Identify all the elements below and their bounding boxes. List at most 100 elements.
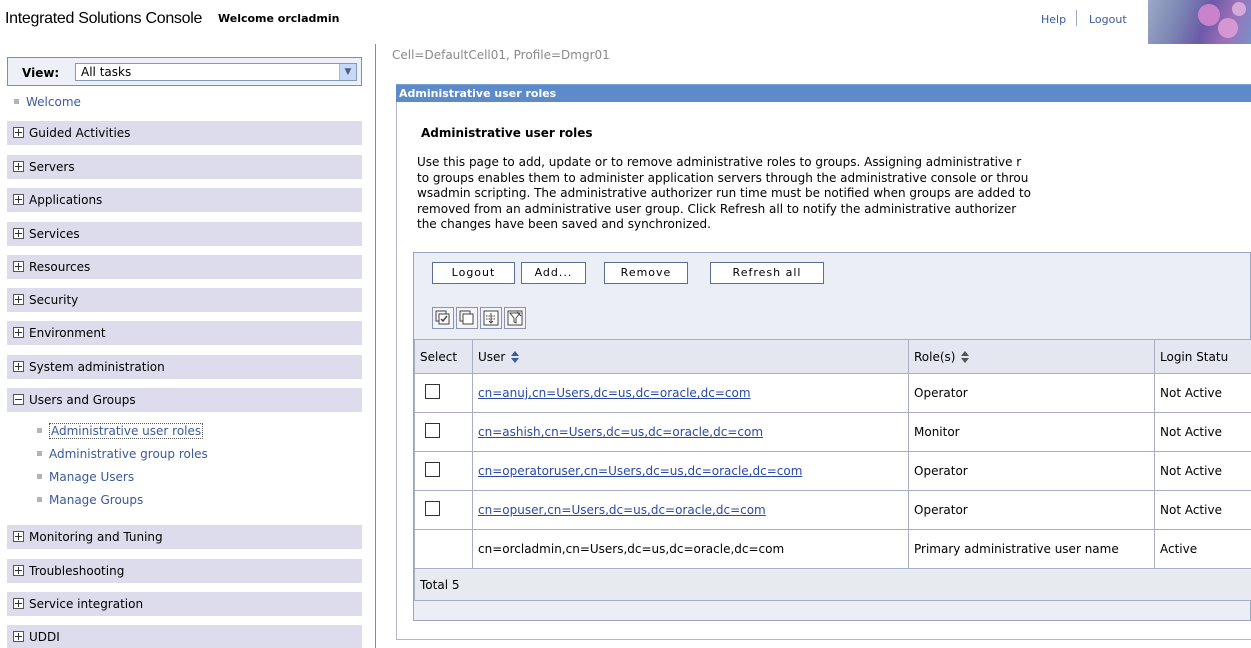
row-select-checkbox[interactable]	[425, 501, 440, 516]
nav-item-monitoring-and-tuning[interactable]: Monitoring and Tuning	[7, 525, 362, 550]
expand-icon[interactable]	[13, 598, 24, 609]
nav-item-resources[interactable]: Resources	[7, 255, 362, 280]
banner: Integrated Solutions Console Welcome orc…	[0, 0, 1251, 44]
nav-item-security[interactable]: Security	[7, 288, 362, 313]
nav-item-uddi[interactable]: UDDI	[7, 625, 362, 648]
nav-item-label: System administration	[29, 360, 165, 374]
role-cell: Operator	[908, 490, 1155, 530]
bullet-icon	[37, 474, 42, 479]
role-cell: Primary administrative user name	[908, 529, 1155, 569]
nav-subitem-label: Administrative user roles	[49, 423, 204, 439]
nav-item-label: Applications	[29, 193, 103, 207]
add-button[interactable]: Add...	[521, 262, 586, 284]
column-header-login-status: Login Statu	[1154, 339, 1251, 374]
expand-icon[interactable]	[13, 161, 24, 172]
help-link[interactable]: Help	[1041, 13, 1066, 26]
description-line: the changes have been saved and synchron…	[417, 217, 711, 232]
nav-welcome-label: Welcome	[26, 95, 81, 109]
user-link[interactable]: cn=opuser,cn=Users,dc=us,dc=oracle,dc=co…	[478, 503, 766, 517]
portlet-title-bar: Administrative user roles	[396, 84, 1251, 102]
login-status-cell: Not Active	[1154, 412, 1251, 452]
column-header-user[interactable]: User	[472, 339, 909, 374]
row-select-checkbox[interactable]	[425, 462, 440, 477]
page-description: Use this page to add, update or to remov…	[417, 155, 1251, 247]
banner-separator	[1076, 10, 1077, 26]
user-link[interactable]: cn=anuj,cn=Users,dc=us,dc=oracle,dc=com	[478, 386, 751, 400]
nav-item-label: Resources	[29, 260, 91, 274]
collapse-icon[interactable]	[13, 394, 24, 405]
user-link[interactable]: cn=ashish,cn=Users,dc=us,dc=oracle,dc=co…	[478, 425, 763, 439]
expand-icon[interactable]	[13, 228, 24, 239]
expand-icon[interactable]	[13, 127, 24, 138]
expand-icon[interactable]	[13, 361, 24, 372]
chevron-down-icon[interactable]: ▼	[339, 64, 356, 80]
welcome-user-text: Welcome orcladmin	[218, 12, 340, 25]
nav-item-users-and-groups[interactable]: Users and Groups	[7, 388, 362, 413]
table-row: cn=anuj,cn=Users,dc=us,dc=oracle,dc=com …	[414, 373, 1251, 413]
clear-filter-icon[interactable]	[504, 307, 526, 329]
deselect-all-icon[interactable]	[456, 307, 478, 329]
brand-graphic	[1148, 0, 1251, 44]
nav-item-label: Service integration	[29, 597, 144, 611]
app-title: Integrated Solutions Console	[5, 10, 203, 27]
sort-icon[interactable]	[511, 350, 520, 363]
empty-select-cell	[414, 529, 473, 569]
page-title: Administrative user roles	[421, 126, 593, 140]
nav-item-service-integration[interactable]: Service integration	[7, 592, 362, 617]
view-select[interactable]: All tasks ▼	[75, 63, 357, 81]
nav-item-label: Services	[29, 227, 80, 241]
total-count: Total 5	[414, 568, 1251, 601]
login-status-cell: Not Active	[1154, 373, 1251, 413]
nav-welcome-link[interactable]: Welcome	[14, 95, 81, 109]
column-header-select: Select	[414, 339, 473, 374]
expand-icon[interactable]	[13, 327, 24, 338]
nav-subitem-label: Administrative group roles	[49, 447, 208, 461]
logout-link[interactable]: Logout	[1089, 13, 1127, 26]
row-select-checkbox[interactable]	[425, 423, 440, 438]
sort-icon[interactable]	[961, 350, 970, 363]
nav-item-label: UDDI	[29, 630, 60, 644]
nav-item-servers[interactable]: Servers	[7, 155, 362, 180]
logout-button[interactable]: Logout	[432, 262, 515, 284]
nav-item-guided-activities[interactable]: Guided Activities	[7, 121, 362, 146]
nav-item-system-administration[interactable]: System administration	[7, 355, 362, 380]
nav-item-label: Users and Groups	[29, 393, 136, 407]
role-cell: Operator	[908, 373, 1155, 413]
user-roles-table: Select User Role(s) Login Statu cn=anuj,…	[414, 339, 1251, 601]
expand-icon[interactable]	[13, 294, 24, 305]
nav-subitem-manage-groups[interactable]: Manage Groups	[37, 493, 143, 507]
nav-item-environment[interactable]: Environment	[7, 321, 362, 346]
row-select-checkbox[interactable]	[425, 384, 440, 399]
expand-icon[interactable]	[13, 261, 24, 272]
nav-subitem-manage-users[interactable]: Manage Users	[37, 470, 134, 484]
expand-icon[interactable]	[13, 531, 24, 542]
nav-item-applications[interactable]: Applications	[7, 188, 362, 213]
description-line: wsadmin scripting. The administrative au…	[417, 186, 1031, 201]
column-header-label: Select	[420, 349, 458, 364]
remove-button[interactable]: Remove	[604, 262, 688, 284]
expand-icon[interactable]	[13, 565, 24, 576]
nav-item-label: Servers	[29, 160, 75, 174]
nav-divider	[375, 44, 376, 648]
show-filter-icon[interactable]	[480, 307, 502, 329]
table-row: cn=opuser,cn=Users,dc=us,dc=oracle,dc=co…	[414, 490, 1251, 530]
expand-icon[interactable]	[13, 194, 24, 205]
brand-orb	[1198, 4, 1220, 26]
description-line: Use this page to add, update or to remov…	[417, 155, 1022, 169]
expand-icon[interactable]	[13, 631, 24, 642]
nav-subitem-administrative-group-roles[interactable]: Administrative group roles	[37, 447, 208, 461]
nav-subitem-label: Manage Groups	[49, 493, 144, 507]
column-header-roles[interactable]: Role(s)	[908, 339, 1155, 374]
table-header-row: Select User Role(s) Login Statu	[414, 339, 1251, 374]
select-all-icon[interactable]	[432, 307, 454, 329]
bullet-icon	[37, 497, 42, 502]
refresh-all-button[interactable]: Refresh all	[710, 262, 824, 284]
nav-item-services[interactable]: Services	[7, 222, 362, 247]
login-status-cell: Active	[1154, 529, 1251, 569]
table-row: cn=operatoruser,cn=Users,dc=us,dc=oracle…	[414, 451, 1251, 491]
nav-subitem-administrative-user-roles[interactable]: Administrative user roles	[37, 423, 204, 439]
role-cell: Operator	[908, 451, 1155, 491]
user-link[interactable]: cn=operatoruser,cn=Users,dc=us,dc=oracle…	[478, 464, 802, 478]
nav-item-troubleshooting[interactable]: Troubleshooting	[7, 559, 362, 584]
column-header-label: Role(s)	[914, 349, 956, 364]
